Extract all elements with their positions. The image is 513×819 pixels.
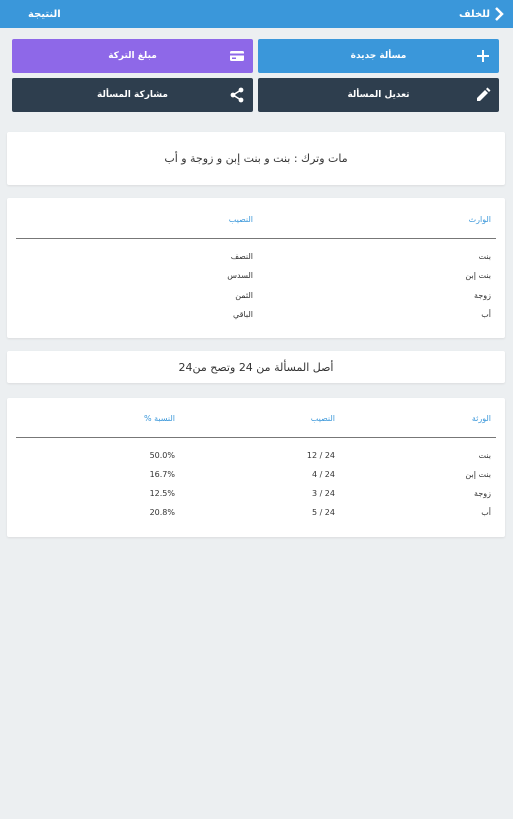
- heir-cell: بنت: [478, 252, 492, 261]
- heir-cell: أب: [481, 310, 491, 319]
- question-card: مات وترك : بنت و بنت إبن و زوجة و أب: [7, 132, 505, 185]
- heir-cell: بنت إبن: [465, 470, 491, 479]
- share-problem-label: مشاركة المسألة: [97, 90, 168, 100]
- percent-cell: 50.0%: [149, 451, 175, 460]
- question-text: مات وترك : بنت و بنت إبن و زوجة و أب: [164, 152, 348, 165]
- share-cell: الثمن: [235, 291, 253, 300]
- pencil-icon: [477, 87, 491, 101]
- share-cell: 3 / 24: [311, 489, 335, 498]
- share-problem-button[interactable]: مشاركة المسألة: [12, 78, 253, 112]
- new-problem-button[interactable]: مسألة جديدة: [258, 39, 499, 73]
- shares-table: الوارث النصيب بنت النصف بنت إبن السدس زو…: [7, 198, 505, 338]
- header-divider: [16, 238, 496, 239]
- share-cell: الباقي: [232, 310, 253, 319]
- share-cell: 4 / 24: [311, 470, 335, 479]
- estate-amount-button[interactable]: مبلغ التركة: [12, 39, 253, 73]
- heir-cell: زوجة: [474, 489, 491, 498]
- plus-icon: [477, 50, 489, 62]
- new-problem-label: مسألة جديدة: [350, 51, 407, 61]
- share-icon: [230, 87, 244, 103]
- heir-cell: زوجة: [474, 291, 491, 300]
- share-column-header: النصيب: [310, 414, 335, 423]
- heir-cell: أب: [481, 508, 491, 517]
- origin-card: أصل المسألة من 24 وتصح من24: [7, 351, 505, 383]
- share-column-header: النصيب: [228, 215, 253, 224]
- chevron-right-icon: [495, 7, 504, 21]
- percent-cell: 20.8%: [149, 508, 175, 517]
- share-cell: 12 / 24: [306, 451, 335, 460]
- edit-problem-button[interactable]: تعديل المسألة: [258, 78, 499, 112]
- share-cell: السدس: [227, 271, 253, 280]
- origin-text: أصل المسألة من 24 وتصح من24: [178, 360, 334, 374]
- percent-column-header: النسبة %: [143, 414, 175, 423]
- heirs-column-header: الورثة: [471, 414, 491, 423]
- percent-cell: 16.7%: [149, 470, 175, 479]
- result-table: الورثة النصيب النسبة % بنت 12 / 24 50.0%…: [7, 398, 505, 537]
- heir-cell: بنت إبن: [465, 271, 491, 280]
- share-cell: 5 / 24: [311, 508, 335, 517]
- back-button[interactable]: للخلف: [459, 6, 505, 22]
- top-app-bar: للخلف النتيجة: [0, 0, 513, 28]
- back-label: للخلف: [458, 8, 490, 20]
- edit-problem-label: تعديل المسألة: [347, 90, 410, 100]
- estate-amount-label: مبلغ التركة: [108, 51, 157, 61]
- heir-cell: بنت: [478, 451, 492, 460]
- credit-card-icon: [230, 51, 244, 61]
- header-divider: [16, 437, 496, 438]
- percent-cell: 12.5%: [149, 489, 175, 498]
- page-title: النتيجة: [28, 8, 61, 20]
- heir-column-header: الوارث: [468, 215, 491, 224]
- share-cell: النصف: [230, 252, 253, 261]
